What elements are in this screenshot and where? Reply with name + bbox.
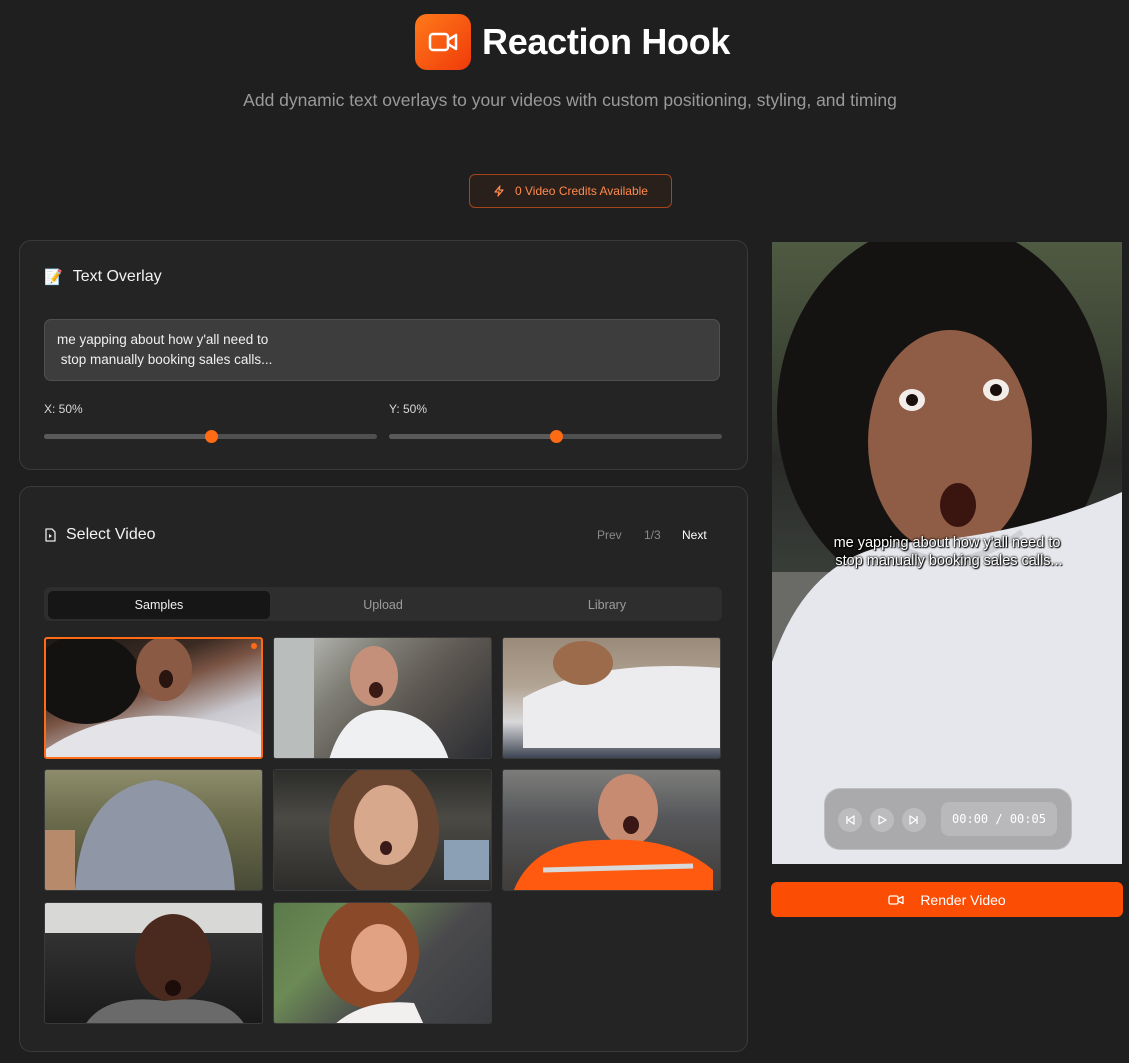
time-display: 00:00 / 00:05	[941, 802, 1057, 836]
credits-badge[interactable]: 0 Video Credits Available	[469, 174, 672, 208]
tab-library[interactable]: Library	[496, 591, 718, 619]
selected-indicator	[251, 643, 257, 649]
text-overlay-title: Text Overlay	[72, 268, 162, 285]
credits-label: 0 Video Credits Available	[515, 184, 648, 198]
video-thumbnail[interactable]	[44, 769, 263, 891]
thumbnail-man-orange-jacket	[513, 774, 713, 890]
thumbnail-woman-street	[319, 903, 424, 1023]
text-overlay-panel: 📝 Text Overlay me yapping about how y'al…	[19, 240, 748, 470]
video-thumbnail[interactable]	[273, 902, 492, 1024]
play-icon	[878, 815, 887, 825]
video-preview[interactable]: me yapping about how y'all need to stop …	[772, 242, 1122, 864]
thumbnail-woman-brown-hair	[329, 770, 489, 890]
video-thumbnail[interactable]	[273, 769, 492, 891]
play-button[interactable]	[870, 808, 894, 832]
x-slider-fill	[44, 434, 211, 439]
render-video-label: Render Video	[920, 891, 1006, 908]
y-position-slider[interactable]	[389, 430, 722, 443]
video-source-tabs: Samples Upload Library	[44, 587, 722, 621]
render-video-button[interactable]: Render Video	[771, 882, 1123, 917]
y-slider-fill	[389, 434, 556, 439]
page-indicator: 1/3	[644, 528, 661, 542]
select-video-panel: Select Video Prev 1/3 Next Samples Uploa…	[19, 486, 748, 1052]
select-video-heading: Select Video	[44, 526, 156, 544]
video-thumbnail[interactable]	[502, 769, 721, 891]
x-position-label: X: 50%	[44, 402, 83, 416]
skip-back-icon	[846, 815, 855, 825]
x-position-slider[interactable]	[44, 430, 377, 443]
tab-upload[interactable]: Upload	[272, 591, 494, 619]
prev-page-button[interactable]: Prev	[597, 528, 622, 542]
video-thumbnail[interactable]	[273, 637, 492, 759]
y-position-label: Y: 50%	[389, 402, 428, 416]
skip-forward-icon	[909, 815, 918, 825]
thumbnail-man-lab-coat	[274, 638, 449, 758]
video-file-icon	[45, 528, 56, 542]
tab-samples[interactable]: Samples	[48, 591, 270, 619]
lightning-icon	[494, 185, 504, 197]
app-subtitle: Add dynamic text overlays to your videos…	[243, 90, 897, 110]
video-thumbnail[interactable]	[44, 637, 263, 759]
skip-forward-button[interactable]	[902, 808, 926, 832]
video-thumbnail[interactable]	[502, 637, 721, 759]
x-slider-thumb[interactable]	[204, 430, 218, 443]
playback-controls: 00:00 / 00:05	[824, 788, 1072, 850]
thumbnail-woman-curly-hair	[46, 639, 261, 757]
video-thumbnail[interactable]	[44, 902, 263, 1024]
thumbnail-white-tshirt	[523, 641, 720, 748]
app-title: Reaction Hook	[482, 21, 731, 62]
preview-overlay-text: me yapping about how y'all need to stop …	[833, 535, 1063, 569]
video-camera-icon	[428, 32, 458, 52]
select-video-title: Select Video	[66, 526, 156, 543]
y-slider-thumb[interactable]	[549, 430, 563, 443]
overlay-text-input[interactable]: me yapping about how y'all need to stop …	[44, 319, 720, 381]
thumbnail-man-car-hoodie	[45, 903, 262, 1023]
app-logo	[415, 14, 471, 70]
text-overlay-heading: 📝 Text Overlay	[44, 268, 162, 286]
next-page-button[interactable]: Next	[682, 528, 707, 542]
thumbnail-man-grey-tshirt	[45, 780, 235, 890]
memo-icon: 📝	[44, 269, 63, 286]
skip-back-button[interactable]	[838, 808, 862, 832]
video-camera-icon	[888, 894, 904, 905]
